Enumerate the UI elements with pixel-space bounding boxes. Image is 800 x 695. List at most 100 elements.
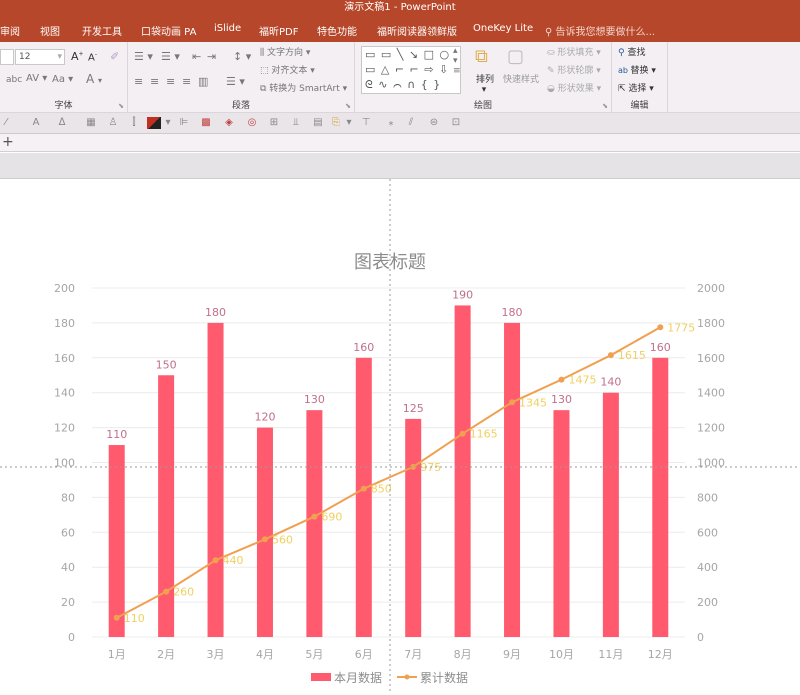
textbox-icon[interactable]: ▤ <box>312 117 324 129</box>
font-size-dropdown[interactable]: 12 ▾ <box>15 49 65 65</box>
line-point[interactable] <box>607 352 614 359</box>
pen-icon[interactable]: ⁄ <box>0 117 12 129</box>
tab-developer[interactable]: 开发工具 <box>82 23 122 38</box>
gallery-scroll-icon[interactable]: ▴ ▾ ≡ <box>453 46 461 76</box>
dialog-launcher-icon[interactable]: ⬊ <box>602 102 608 110</box>
text-direction-button[interactable]: ⫼ 文字方向 ▾ <box>260 45 310 58</box>
line-point[interactable] <box>509 399 516 406</box>
line-point[interactable] <box>163 588 170 595</box>
cumulative-line[interactable] <box>116 326 661 619</box>
replace-button[interactable]: ab 替换 ▾ <box>618 63 656 76</box>
color-swatch-icon[interactable] <box>147 117 161 129</box>
stack-icon[interactable]: ⊜ <box>428 117 440 129</box>
chevron-down-icon[interactable]: ▾ <box>162 117 174 129</box>
top-align-icon[interactable]: ⊤ <box>360 117 372 129</box>
tab-view[interactable]: 视图 <box>40 23 60 38</box>
align-right-icon[interactable]: ≡ <box>166 75 175 88</box>
chart-icon[interactable]: ⫫ <box>290 117 302 129</box>
char-spacing-button[interactable]: AV ▾ <box>26 73 47 84</box>
tab-special-features[interactable]: 特色功能 <box>317 23 357 38</box>
bar[interactable] <box>454 305 471 637</box>
mosaic-icon[interactable]: ▩ <box>200 117 212 129</box>
strikethrough-button[interactable]: abc <box>6 75 22 85</box>
bar[interactable] <box>504 322 521 637</box>
tab-onekey-lite[interactable]: OneKey Lite <box>473 23 533 34</box>
align-icon[interactable]: ⫿ <box>128 117 140 129</box>
distribute-icon[interactable]: ⊞ <box>268 117 280 129</box>
tab-pocket-animation[interactable]: 口袋动画 PA <box>141 23 196 38</box>
numbering-icon[interactable]: ☰ ▾ <box>161 50 180 63</box>
target-icon[interactable]: ◈ <box>223 117 235 129</box>
justify-icon[interactable]: ≡ <box>182 75 191 88</box>
align-center-icon[interactable]: ≡ <box>150 75 159 88</box>
grid-icon[interactable]: ▦ <box>85 117 97 129</box>
ring-icon[interactable]: ◎ <box>246 117 258 129</box>
shapes-gallery[interactable]: ▭ ▭ ╲ ↘ □ ○ ▭ △ ⌐ ⌐ ⇨ ⇩ ᘓ ∿ ⌒ ∩ { } <box>361 46 461 94</box>
line-point[interactable] <box>360 485 367 492</box>
shrink-font-button[interactable]: A- <box>88 51 97 63</box>
distribute-icon[interactable]: ▥ <box>198 75 208 88</box>
line-point[interactable] <box>212 557 219 564</box>
line-spacing-icon[interactable]: ↕ ▾ <box>233 50 251 63</box>
tab-foxit-pdf[interactable]: 福昕PDF <box>259 23 298 38</box>
increase-indent-icon[interactable]: ⇥ <box>207 50 216 63</box>
bar-data-label: 160 <box>650 341 671 354</box>
add-slide-button[interactable]: + <box>2 134 14 150</box>
dialog-launcher-icon[interactable]: ⬊ <box>345 102 351 110</box>
font-color-button[interactable]: A ▾ <box>86 72 102 86</box>
line-point[interactable] <box>311 513 318 520</box>
left-axis-tick-label: 0 <box>68 631 75 644</box>
quick-styles-button[interactable]: 快速样式 <box>503 72 539 85</box>
highlight-icon[interactable]: ᐃ <box>56 117 68 129</box>
magic-icon[interactable]: ⁎ <box>385 117 397 129</box>
bar[interactable] <box>602 392 619 637</box>
bar-data-label: 120 <box>254 411 275 424</box>
chevron-down-icon[interactable]: ▾ <box>343 117 355 129</box>
line-point[interactable] <box>657 324 664 331</box>
arrange-button[interactable]: 排列 ▾ <box>476 72 494 95</box>
change-case-button[interactable]: Aa ▾ <box>52 74 73 85</box>
paste-icon[interactable]: ⎘ <box>330 117 342 129</box>
combo-chart[interactable]: 110 150 180 120 130 160 125 190 180 130 140 160 110… <box>0 149 800 691</box>
bar[interactable] <box>553 410 570 637</box>
bar-data-label: 130 <box>551 393 572 406</box>
grow-font-button[interactable]: A+ <box>71 50 84 63</box>
find-button[interactable]: ⚲ 查找 <box>618 45 645 58</box>
columns-icon[interactable]: ☰ ▾ <box>226 75 245 88</box>
tell-me-box[interactable]: ⚲ 告诉我您想要做什么... <box>545 23 655 38</box>
left-axis-tick-label: 180 <box>54 317 75 330</box>
tab-foxit-reader[interactable]: 福昕阅读器领鲜版 <box>377 23 457 38</box>
tab-review[interactable]: 审阅 <box>0 23 20 38</box>
bar[interactable] <box>207 322 224 637</box>
bar[interactable] <box>652 357 669 637</box>
clear-format-icon[interactable]: ✐ <box>110 50 119 63</box>
bar[interactable] <box>355 357 372 637</box>
font-name-dropdown[interactable] <box>0 49 14 65</box>
bar[interactable] <box>158 375 175 637</box>
line-point[interactable] <box>459 430 466 437</box>
font-color-icon[interactable]: A <box>30 117 42 129</box>
align-text-button[interactable]: ⬚ 对齐文本 ▾ <box>260 63 315 76</box>
line-point[interactable] <box>113 614 120 621</box>
shape-outline-button[interactable]: ✎ 形状轮廓 ▾ <box>547 63 601 76</box>
bar[interactable] <box>256 427 273 637</box>
align-left-icon[interactable]: ≡ <box>134 75 143 88</box>
line-point[interactable] <box>261 536 268 543</box>
decrease-indent-icon[interactable]: ⇤ <box>192 50 201 63</box>
bullets-icon[interactable]: ☰ ▾ <box>134 50 153 63</box>
bar[interactable] <box>405 418 422 637</box>
select-button[interactable]: ⇱ 选择 ▾ <box>618 81 654 94</box>
align-left-icon[interactable]: ⊫ <box>178 117 190 129</box>
split-icon[interactable]: ⫽ <box>405 117 417 129</box>
user-icon[interactable]: ♙ <box>107 117 119 129</box>
line-point[interactable] <box>558 376 565 383</box>
dialog-launcher-icon[interactable]: ⬊ <box>118 102 124 110</box>
bar[interactable] <box>108 445 125 637</box>
fit-icon[interactable]: ⊡ <box>450 117 462 129</box>
shape-effects-button[interactable]: ◒ 形状效果 ▾ <box>547 81 601 94</box>
tab-islide[interactable]: iSlide <box>214 23 241 34</box>
bar[interactable] <box>306 410 323 637</box>
shape-fill-button[interactable]: ⛀ 形状填充 ▾ <box>547 45 601 58</box>
smartart-button[interactable]: ⧉ 转换为 SmartArt ▾ <box>260 81 347 94</box>
bar-data-label: 110 <box>106 428 127 441</box>
